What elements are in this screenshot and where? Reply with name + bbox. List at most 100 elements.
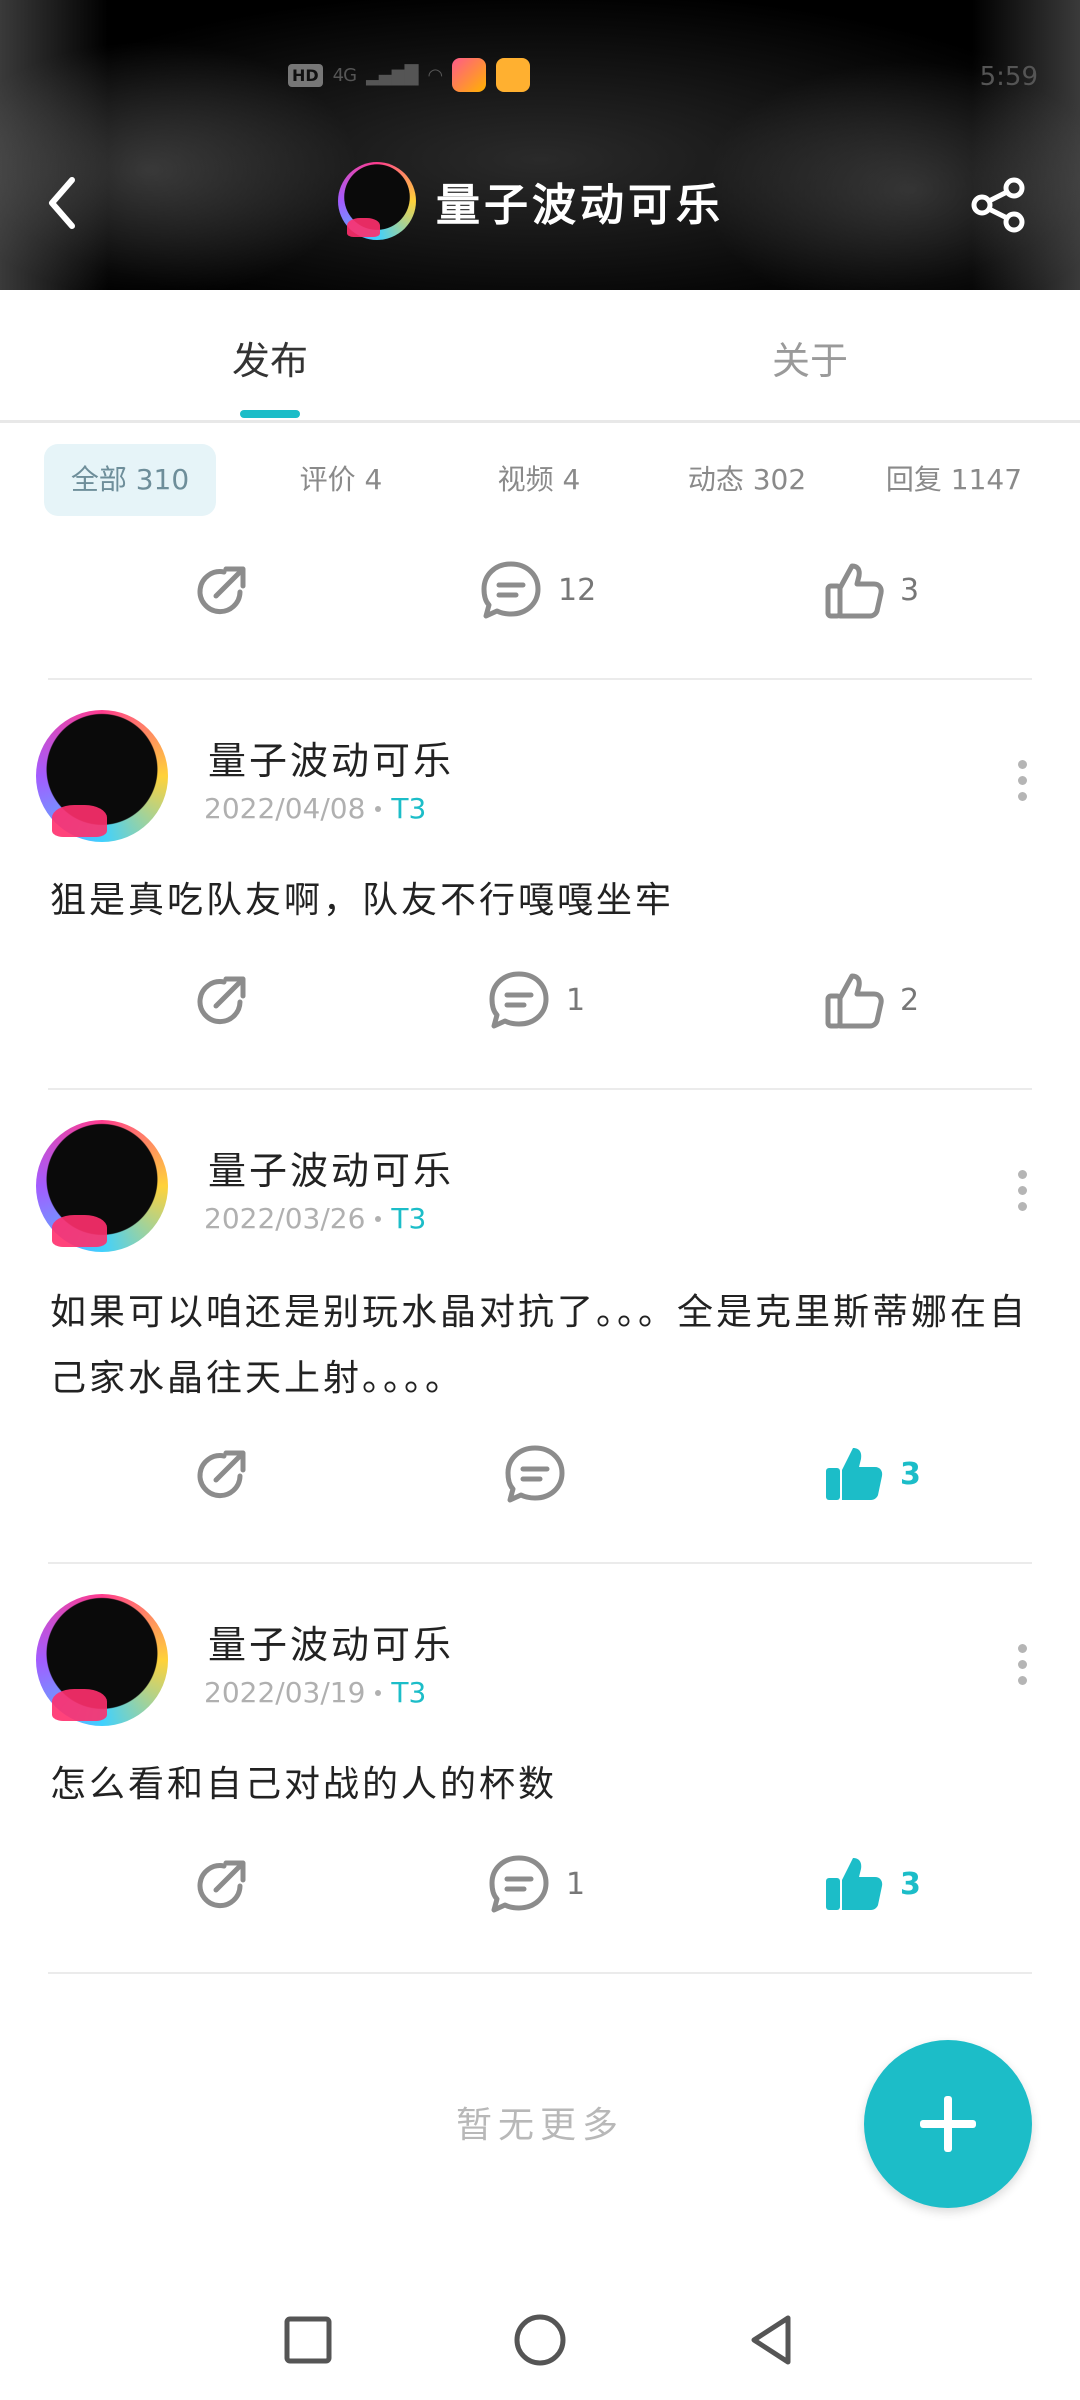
more-options-button[interactable] xyxy=(1014,1644,1030,1688)
post-text[interactable]: 怎么看和自己对战的人的杯数 xyxy=(50,1752,1030,1818)
comment-icon xyxy=(489,1855,549,1913)
divider xyxy=(48,1972,1032,1974)
share-button[interactable] xyxy=(970,176,1028,234)
avatar[interactable] xyxy=(36,1120,168,1252)
post-date: 2022/03/19 xyxy=(204,1676,366,1709)
like-action[interactable]: 3 xyxy=(822,1442,921,1506)
notification-app-icon xyxy=(496,58,531,92)
level-badge: T3 xyxy=(391,1202,427,1235)
back-button[interactable] xyxy=(42,174,86,232)
comment-action[interactable]: 12 xyxy=(478,558,596,622)
tab-active-indicator xyxy=(240,410,300,418)
comment-icon xyxy=(489,971,549,1029)
post-date: 2022/03/26 xyxy=(204,1202,366,1235)
header-title-group: 量子波动可乐 xyxy=(338,162,724,240)
post-action-row: 12 3 xyxy=(0,558,1080,638)
avatar[interactable] xyxy=(36,1594,168,1726)
like-action[interactable]: 2 xyxy=(822,968,919,1032)
like-count: 3 xyxy=(900,1456,921,1492)
post-author-name[interactable]: 量子波动可乐 xyxy=(208,1140,454,1195)
filter-reviews[interactable]: 评价 4 xyxy=(256,444,426,516)
system-nav-bar xyxy=(0,2300,1080,2400)
post-author-name[interactable]: 量子波动可乐 xyxy=(208,1614,454,1669)
filter-replies[interactable]: 回复 1147 xyxy=(864,444,1044,516)
comment-icon xyxy=(481,561,541,619)
comment-count: 1 xyxy=(566,982,586,1018)
level-badge: T3 xyxy=(391,1676,427,1709)
more-dots-icon xyxy=(1017,1644,1027,1653)
comment-action[interactable]: 1 xyxy=(486,1852,585,1916)
wifi-icon: ◠ xyxy=(427,64,443,86)
tab-bar: 发布 关于 xyxy=(0,290,1080,423)
meta-separator xyxy=(375,1689,382,1696)
filter-chip-row: 全部 310 评价 4 视频 4 动态 302 回复 1147 xyxy=(44,444,1044,516)
like-action[interactable]: 3 xyxy=(822,558,919,622)
clock: 5:59 xyxy=(979,62,1038,92)
forward-icon xyxy=(197,1860,246,1909)
comment-action[interactable]: 1 xyxy=(486,968,585,1032)
tab-posts[interactable]: 发布 xyxy=(232,330,308,385)
share-action[interactable] xyxy=(190,1442,254,1506)
signal-icon: ▂▄▆█ xyxy=(366,64,418,86)
post-action-row: 3 xyxy=(0,1442,1080,1522)
home-button[interactable] xyxy=(510,2310,570,2370)
post-meta: 2022/03/19 T3 xyxy=(204,1676,426,1709)
post-header: 量子波动可乐 2022/03/26 T3 xyxy=(36,1120,1046,1260)
more-dots-icon xyxy=(1017,1170,1027,1179)
more-options-button[interactable] xyxy=(1014,1170,1030,1214)
tab-about[interactable]: 关于 xyxy=(772,330,848,385)
post-text[interactable]: 狙是真吃队友啊，队友不行嘎嘎坐牢 xyxy=(50,868,1030,934)
back-nav-button[interactable] xyxy=(742,2310,802,2370)
post-meta: 2022/04/08 T3 xyxy=(204,792,426,825)
share-icon xyxy=(971,177,1025,233)
chevron-left-icon xyxy=(49,177,75,229)
filter-all[interactable]: 全部 310 xyxy=(44,444,216,516)
comment-count: 12 xyxy=(558,572,597,608)
post-action-row: 1 3 xyxy=(0,1852,1080,1932)
post-meta: 2022/03/26 T3 xyxy=(204,1202,426,1235)
thumbs-up-filled-icon xyxy=(826,1448,883,1500)
like-count: 3 xyxy=(900,572,920,608)
avatar[interactable] xyxy=(338,162,416,240)
status-bar: HD 4G ▂▄▆█ ◠ 5:59 xyxy=(0,58,1080,102)
level-badge: T3 xyxy=(391,792,427,825)
hd-indicator: HD xyxy=(288,63,323,87)
post-text[interactable]: 如果可以咱还是别玩水晶对抗了。。。全是克里斯蒂娜在自己家水晶往天上射。。。。 xyxy=(50,1280,1030,1412)
comment-count: 1 xyxy=(566,1866,586,1902)
thumbs-up-filled-icon xyxy=(826,1858,883,1910)
network-label: 4G xyxy=(332,64,357,86)
post-author-name[interactable]: 量子波动可乐 xyxy=(208,730,454,785)
filter-moments[interactable]: 动态 302 xyxy=(652,444,842,516)
comment-action[interactable] xyxy=(502,1442,582,1506)
like-count: 2 xyxy=(900,982,920,1018)
forward-icon xyxy=(197,566,246,615)
meta-separator xyxy=(375,805,382,812)
forward-icon xyxy=(197,1450,246,1499)
like-action[interactable]: 3 xyxy=(822,1852,921,1916)
thumbs-up-icon xyxy=(825,563,884,619)
divider xyxy=(48,1088,1032,1090)
like-count: 3 xyxy=(900,1866,921,1902)
more-dots-icon xyxy=(1017,760,1027,769)
divider xyxy=(48,678,1032,680)
share-action[interactable] xyxy=(190,968,254,1032)
more-options-button[interactable] xyxy=(1014,760,1030,804)
status-left: HD 4G ▂▄▆█ ◠ xyxy=(288,58,531,92)
profile-header: HD 4G ▂▄▆█ ◠ 5:59 量子波动可乐 xyxy=(0,0,1080,290)
page-title: 量子波动可乐 xyxy=(436,180,724,231)
share-action[interactable] xyxy=(190,558,254,622)
divider xyxy=(48,1562,1032,1564)
avatar[interactable] xyxy=(36,710,168,842)
create-post-fab[interactable] xyxy=(864,2040,1032,2208)
post-header: 量子波动可乐 2022/03/19 T3 xyxy=(36,1594,1046,1734)
share-action[interactable] xyxy=(190,1852,254,1916)
thumbs-up-icon xyxy=(825,973,884,1029)
notification-app-icon xyxy=(452,58,487,92)
post-action-row: 1 2 xyxy=(0,968,1080,1048)
meta-separator xyxy=(375,1215,382,1222)
filter-videos[interactable]: 视频 4 xyxy=(454,444,624,516)
post-header: 量子波动可乐 2022/04/08 T3 xyxy=(36,710,1046,850)
recents-button[interactable] xyxy=(278,2310,338,2370)
forward-icon xyxy=(197,976,246,1025)
post-date: 2022/04/08 xyxy=(204,792,366,825)
